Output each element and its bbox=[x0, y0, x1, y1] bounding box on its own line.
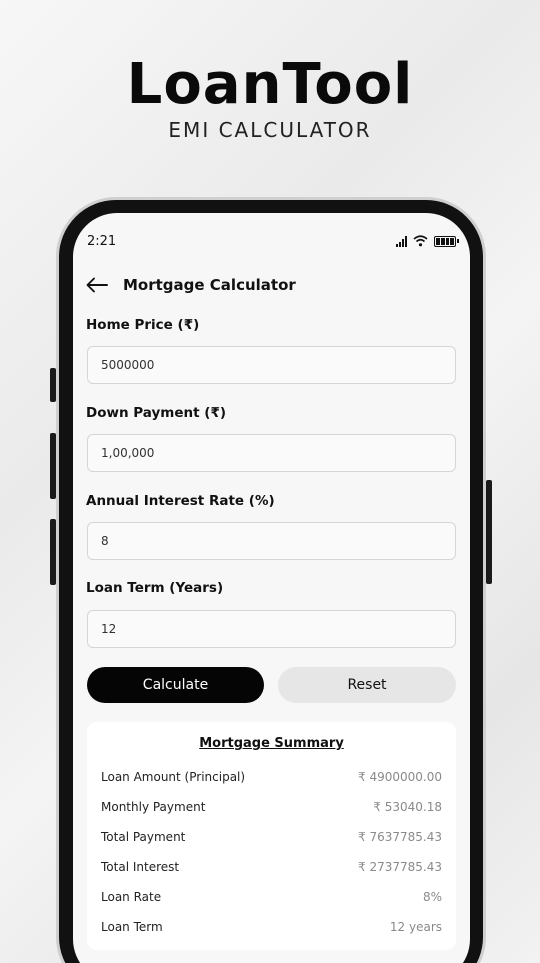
interest-rate-label: Annual Interest Rate (%) bbox=[86, 493, 275, 509]
summary-label: Loan Term bbox=[101, 920, 163, 934]
summary-title: Mortgage Summary bbox=[199, 736, 344, 751]
summary-row-total-interest: Total Interest ₹ 2737785.43 bbox=[101, 852, 442, 882]
home-price-input[interactable] bbox=[87, 346, 456, 384]
down-payment-label: Down Payment (₹) bbox=[86, 405, 227, 421]
phone-power-button bbox=[486, 480, 492, 584]
mortgage-summary-card: Mortgage Summary Loan Amount (Principal)… bbox=[87, 722, 456, 950]
status-time: 2:21 bbox=[87, 233, 117, 249]
summary-value: 8% bbox=[422, 890, 442, 904]
summary-label: Total Payment bbox=[101, 830, 186, 844]
home-price-label: Home Price (₹) bbox=[86, 317, 200, 333]
summary-value: 12 years bbox=[389, 920, 442, 934]
summary-row-total-payment: Total Payment ₹ 7637785.43 bbox=[101, 822, 442, 852]
loan-term-input[interactable] bbox=[87, 610, 456, 648]
interest-rate-input[interactable] bbox=[87, 522, 456, 560]
battery-icon bbox=[434, 235, 459, 247]
reset-button[interactable]: Reset bbox=[278, 667, 456, 703]
loan-term-label: Loan Term (Years) bbox=[86, 580, 224, 596]
status-icons bbox=[396, 235, 459, 247]
promo-subtitle: EMI CALCULATOR bbox=[168, 118, 372, 142]
down-payment-input[interactable] bbox=[87, 434, 456, 472]
summary-value: ₹ 7637785.43 bbox=[358, 830, 442, 844]
summary-label: Loan Rate bbox=[101, 890, 162, 904]
summary-value: ₹ 53040.18 bbox=[373, 800, 442, 814]
summary-label: Monthly Payment bbox=[101, 800, 206, 814]
summary-label: Loan Amount (Principal) bbox=[101, 770, 246, 784]
calculate-button[interactable]: Calculate bbox=[87, 667, 264, 703]
summary-row-loan-amount: Loan Amount (Principal) ₹ 4900000.00 bbox=[101, 762, 442, 792]
phone-screen: 2:21 Mortgage Calculator Home Price (₹) … bbox=[73, 213, 470, 963]
signal-icon bbox=[396, 235, 407, 247]
promo-title: LoanTool bbox=[126, 52, 414, 117]
summary-row-loan-rate: Loan Rate 8% bbox=[101, 882, 442, 912]
summary-label: Total Interest bbox=[101, 860, 180, 874]
arrow-left-icon[interactable] bbox=[85, 273, 109, 297]
wifi-icon bbox=[413, 235, 428, 247]
app-header: Mortgage Calculator bbox=[85, 273, 458, 297]
summary-row-monthly-payment: Monthly Payment ₹ 53040.18 bbox=[101, 792, 442, 822]
page-title: Mortgage Calculator bbox=[123, 276, 296, 294]
summary-row-loan-term: Loan Term 12 years bbox=[101, 912, 442, 942]
summary-value: ₹ 4900000.00 bbox=[358, 770, 442, 784]
summary-value: ₹ 2737785.43 bbox=[358, 860, 442, 874]
status-bar: 2:21 bbox=[87, 231, 459, 251]
